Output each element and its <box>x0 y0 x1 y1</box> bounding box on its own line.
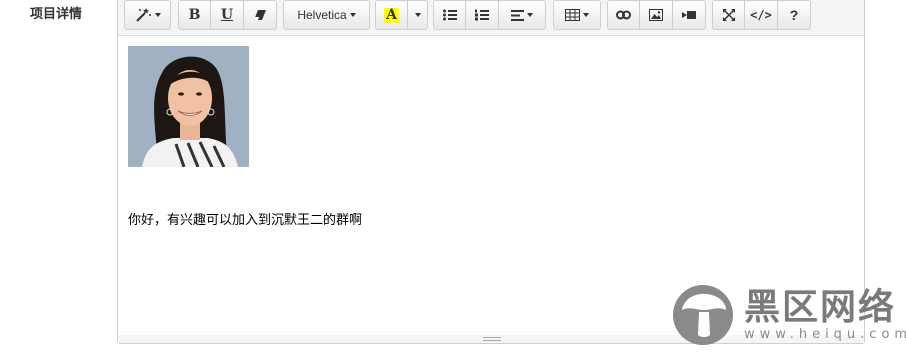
editor-toolbar: B U Helvetica A </> ? <box>118 0 864 36</box>
fullscreen-button[interactable] <box>712 0 745 30</box>
insert-image-button[interactable] <box>640 0 673 30</box>
watermark-title: 黑区网络 <box>744 286 897 328</box>
paragraph-group <box>433 0 546 30</box>
help-button[interactable]: ? <box>778 0 811 30</box>
table-icon <box>565 9 580 21</box>
chevron-down-icon <box>155 13 161 17</box>
insert-group <box>607 0 706 30</box>
watermark-text: 黑区网络 www.heiqu.com <box>744 286 906 342</box>
clear-format-button[interactable] <box>244 0 277 30</box>
color-group: A <box>375 0 428 30</box>
font-name-label: Helvetica <box>297 8 347 22</box>
style-button[interactable] <box>124 0 171 30</box>
font-color-icon: A <box>384 6 399 23</box>
insert-video-button[interactable] <box>673 0 706 30</box>
fullscreen-icon <box>722 9 735 21</box>
content-paragraph[interactable]: 你好，有兴趣可以加入到沉默王二的群啊 <box>128 209 362 228</box>
magic-wand-icon <box>136 8 151 22</box>
unordered-list-button[interactable] <box>433 0 466 30</box>
insert-link-button[interactable] <box>607 0 640 30</box>
chevron-down-icon <box>583 13 589 17</box>
grip-icon <box>483 337 501 341</box>
font-name-group: Helvetica <box>283 0 370 30</box>
eraser-icon <box>254 10 266 20</box>
portrait-image <box>128 46 249 167</box>
ordered-list-button[interactable] <box>466 0 499 30</box>
style-group <box>124 0 171 30</box>
watermark: 黑区网络 www.heiqu.com <box>672 284 906 346</box>
chevron-down-icon <box>349 13 356 17</box>
table-dropdown[interactable] <box>553 0 601 30</box>
code-view-button[interactable]: </> <box>745 0 778 30</box>
align-left-icon <box>511 9 524 21</box>
field-label: 项目详情 <box>30 7 83 22</box>
bullet-list-icon <box>442 9 457 21</box>
link-icon <box>616 10 631 20</box>
font-style-group: B U <box>178 0 277 30</box>
align-dropdown[interactable] <box>499 0 546 30</box>
editor-content[interactable] <box>128 46 249 167</box>
mushroom-logo-icon <box>673 285 733 345</box>
video-icon <box>682 11 696 19</box>
chevron-down-icon <box>414 13 421 17</box>
chevron-down-icon <box>527 13 533 17</box>
numbered-list-icon <box>475 9 489 21</box>
font-name-dropdown[interactable]: Helvetica <box>283 0 370 30</box>
view-group: </> ? <box>712 0 811 30</box>
underline-button[interactable]: U <box>211 0 244 30</box>
watermark-url: www.heiqu.com <box>744 326 906 342</box>
color-dropdown-button[interactable] <box>408 0 428 30</box>
font-color-button[interactable]: A <box>375 0 408 30</box>
bold-button[interactable]: B <box>178 0 211 30</box>
table-group <box>553 0 601 30</box>
picture-icon <box>649 9 663 21</box>
